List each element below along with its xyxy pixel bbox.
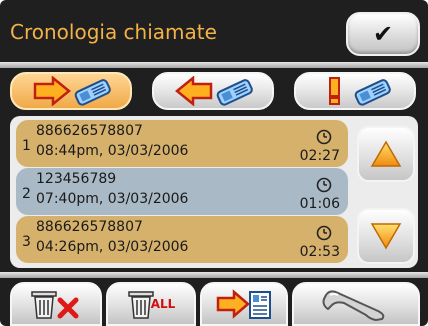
call-datetime: 04:26pm, 03/03/2006 — [36, 239, 189, 255]
clock-icon — [316, 177, 332, 193]
arrow-up-icon — [370, 140, 402, 167]
trash-delete-icon — [31, 291, 79, 319]
call-index: 3 — [22, 234, 31, 250]
header-divider — [0, 62, 428, 68]
call-number: 886626578807 — [36, 219, 143, 235]
footer-divider — [0, 272, 428, 278]
missed-call-icon — [329, 77, 391, 106]
call-number: 886626578807 — [36, 123, 143, 139]
tab-missed-calls[interactable] — [294, 72, 416, 110]
phone-handset-icon — [322, 290, 385, 321]
call-duration: 02:27 — [299, 148, 340, 164]
outgoing-call-icon — [33, 76, 111, 106]
call-datetime: 07:40pm, 03/03/2006 — [36, 191, 189, 207]
delete-all-label: ALL — [150, 297, 176, 311]
call-duration: 01:06 — [299, 196, 340, 212]
call-number: 123456789 — [36, 171, 117, 187]
delete-call-button[interactable] — [10, 282, 102, 326]
delete-all-button[interactable]: ALL — [106, 282, 196, 326]
page-title: Cronologia chiamate — [10, 20, 217, 44]
call-index: 2 — [22, 186, 31, 202]
scroll-up-button[interactable] — [357, 126, 415, 182]
tab-outgoing-calls[interactable] — [10, 72, 132, 110]
save-to-contacts-button[interactable] — [200, 282, 288, 326]
ok-button[interactable]: ✔ — [346, 12, 420, 56]
arrow-down-icon — [370, 223, 402, 250]
clock-icon — [316, 129, 332, 145]
call-button[interactable] — [292, 282, 420, 326]
checkmark-icon: ✔ — [372, 20, 394, 48]
call-row[interactable]: 2 123456789 07:40pm, 03/03/2006 01:06 — [16, 168, 348, 215]
call-row[interactable]: 3 886626578807 04:26pm, 03/03/2006 02:53 — [16, 216, 348, 263]
call-history-window: Cronologia chiamate ✔ 1 886626578807 08:… — [0, 0, 428, 326]
tab-incoming-calls[interactable] — [152, 72, 274, 110]
incoming-call-icon — [175, 76, 253, 106]
save-to-contacts-icon — [216, 289, 271, 319]
clock-icon — [316, 225, 332, 241]
call-index: 1 — [22, 138, 31, 154]
call-duration: 02:53 — [299, 244, 340, 260]
call-row[interactable]: 1 886626578807 08:44pm, 03/03/2006 02:27 — [16, 120, 348, 167]
call-datetime: 08:44pm, 03/03/2006 — [36, 143, 189, 159]
scroll-down-button[interactable] — [357, 208, 415, 264]
